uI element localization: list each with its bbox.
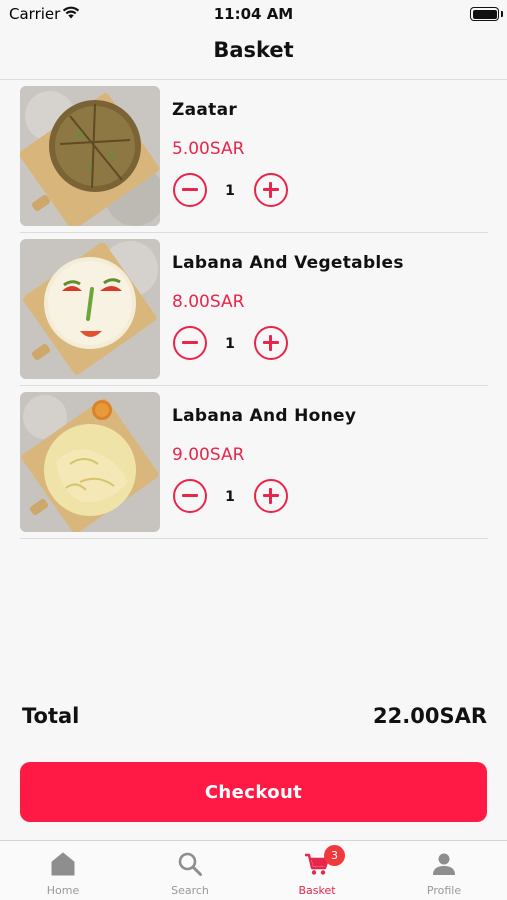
item-price: 8.00SAR — [172, 292, 245, 312]
quantity-value: 1 — [225, 336, 235, 352]
tab-profile[interactable]: Profile — [381, 841, 507, 900]
quantity-value: 1 — [225, 489, 235, 505]
item-price: 9.00SAR — [172, 445, 245, 465]
item-price: 5.00SAR — [172, 139, 245, 159]
status-bar: Carrier 11:04 AM — [0, 0, 507, 28]
basket-item-zaatar[interactable]: Zaatar 5.00SAR 1 — [20, 80, 488, 233]
quantity-value: 1 — [225, 183, 235, 199]
clock: 11:04 AM — [213, 5, 294, 23]
item-name: Labana And Honey — [172, 406, 357, 426]
tab-label: Search — [171, 884, 209, 897]
tab-label: Profile — [426, 884, 462, 897]
total-value: 22.00SAR — [373, 704, 487, 728]
tab-label: Home — [46, 884, 80, 897]
basket-list: Zaatar 5.00SAR 1 Labana And Vegetables 8… — [20, 80, 488, 539]
decrease-quantity-button[interactable] — [173, 479, 207, 513]
cart-count-badge: 3 — [324, 845, 345, 866]
search-icon — [178, 852, 202, 876]
total-label: Total — [22, 704, 80, 728]
item-name: Zaatar — [172, 100, 238, 120]
battery-icon — [470, 7, 499, 21]
tab-home[interactable]: Home — [0, 841, 126, 900]
minus-icon — [182, 341, 198, 344]
increase-quantity-button[interactable] — [254, 479, 288, 513]
item-name: Labana And Vegetables — [172, 253, 404, 273]
tab-bar: Home Search 3 Basket Profile — [0, 840, 507, 900]
zaatar-flatbread-photo — [20, 86, 160, 226]
basket-item-labana-honey[interactable]: Labana And Honey 9.00SAR 1 — [20, 386, 488, 539]
labana-vegetables-photo — [20, 239, 160, 379]
minus-icon — [182, 494, 198, 497]
decrease-quantity-button[interactable] — [173, 326, 207, 360]
battery-tip — [501, 11, 503, 17]
increase-quantity-button[interactable] — [254, 173, 288, 207]
page-title: Basket — [213, 38, 294, 62]
decrease-quantity-button[interactable] — [173, 173, 207, 207]
basket-item-labana-vegetables[interactable]: Labana And Vegetables 8.00SAR 1 — [20, 233, 488, 386]
navigation-bar: Basket — [0, 28, 507, 80]
minus-icon — [182, 188, 198, 191]
labana-honey-photo — [20, 392, 160, 532]
person-icon — [433, 853, 455, 875]
checkout-button[interactable]: Checkout — [20, 762, 487, 822]
tab-basket[interactable]: 3 Basket — [254, 841, 380, 900]
total-row: Total 22.00SAR — [22, 704, 487, 734]
home-icon — [51, 852, 75, 876]
tab-label: Basket — [298, 884, 336, 897]
increase-quantity-button[interactable] — [254, 326, 288, 360]
tab-search[interactable]: Search — [127, 841, 253, 900]
